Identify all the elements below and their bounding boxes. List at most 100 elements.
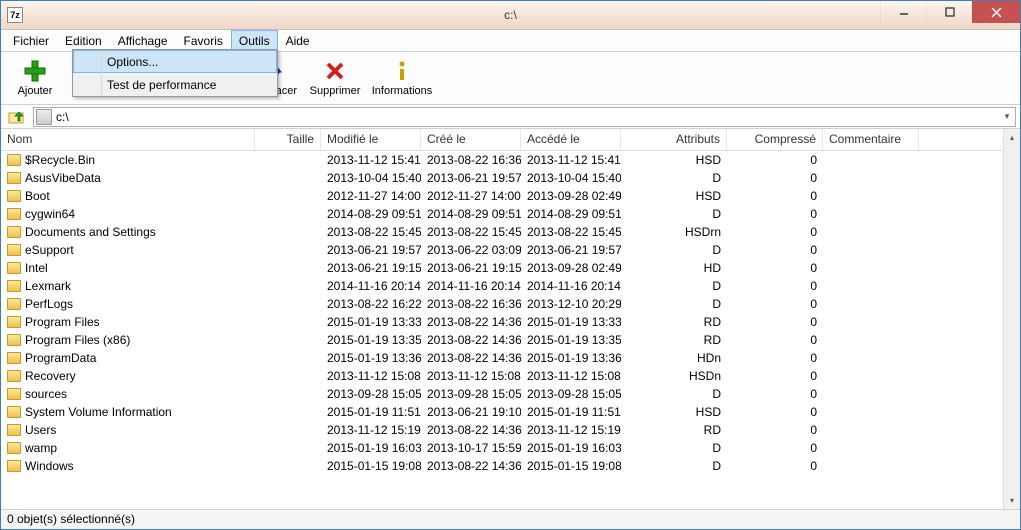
file-name: ProgramData [25,351,96,365]
file-created: 2013-06-21 19:10 [421,405,521,419]
folder-icon [7,226,21,238]
file-attrs: D [621,387,727,401]
table-row[interactable]: Boot2012-11-27 14:002012-11-27 14:002013… [1,187,1003,205]
add-button[interactable]: Ajouter [5,53,65,103]
menu-favoris[interactable]: Favoris [176,30,231,51]
file-created: 2013-08-22 16:36 [421,297,521,311]
col-comment[interactable]: Commentaire [823,129,919,150]
file-attrs: D [621,459,727,473]
status-text: 0 objet(s) sélectionné(s) [7,512,135,526]
file-name: Intel [25,261,48,275]
table-row[interactable]: Intel2013-06-21 19:152013-06-21 19:15201… [1,259,1003,277]
file-created: 2014-11-16 20:14 [421,279,521,293]
maximize-button[interactable] [926,1,972,23]
window-title: c:\ [1,8,1020,22]
menu-outils[interactable]: Outils [231,30,278,51]
scroll-down-icon[interactable]: ▾ [1004,492,1020,509]
folder-icon [7,460,21,472]
table-row[interactable]: wamp2015-01-19 16:032013-10-17 15:592015… [1,439,1003,457]
table-row[interactable]: eSupport2013-06-21 19:572013-06-22 03:09… [1,241,1003,259]
folder-icon [7,370,21,382]
file-attrs: HSDn [621,369,727,383]
vertical-scrollbar[interactable]: ▴ ▾ [1003,129,1020,509]
file-attrs: HSDrn [621,225,727,239]
file-name: wamp [25,441,57,455]
file-attrs: D [621,441,727,455]
menu-test-performance[interactable]: Test de performance [73,73,277,96]
file-accessed: 2015-01-19 13:35 [521,333,621,347]
location-dropdown-icon[interactable]: ▾ [999,111,1015,122]
titlebar: 7z c:\ [1,1,1020,30]
file-name: Program Files (x86) [25,333,130,347]
table-row[interactable]: sources2013-09-28 15:052013-09-28 15:052… [1,385,1003,403]
location-input[interactable]: c:\ ▾ [33,107,1016,127]
col-compressed[interactable]: Compressé [727,129,823,150]
add-label: Ajouter [18,85,53,97]
file-name: eSupport [25,243,74,257]
table-row[interactable]: PerfLogs2013-08-22 16:222013-08-22 16:36… [1,295,1003,313]
minimize-button[interactable] [880,1,926,23]
table-row[interactable]: Program Files (x86)2015-01-19 13:352013-… [1,331,1003,349]
file-compressed: 0 [727,297,823,311]
location-bar: c:\ ▾ [1,105,1020,129]
file-accessed: 2013-12-10 20:29 [521,297,621,311]
file-name: cygwin64 [25,207,75,221]
table-row[interactable]: Program Files2015-01-19 13:332013-08-22 … [1,313,1003,331]
file-accessed: 2013-11-12 15:41 [521,153,621,167]
file-name: System Volume Information [25,405,172,419]
file-modified: 2015-01-19 11:51 [321,405,421,419]
table-row[interactable]: System Volume Information 2015-01-19 11:5… [1,403,1003,421]
scroll-up-icon[interactable]: ▴ [1004,129,1020,146]
file-attrs: D [621,207,727,221]
file-modified: 2013-11-12 15:41 [321,153,421,167]
close-button[interactable] [972,1,1020,23]
file-accessed: 2013-11-12 15:08 [521,369,621,383]
menu-options[interactable]: Options... [73,50,277,73]
location-text: c:\ [54,110,999,124]
table-row[interactable]: Windows2015-01-15 19:082013-08-22 14:362… [1,457,1003,475]
col-created[interactable]: Créé le [421,129,521,150]
file-created: 2012-11-27 14:00 [421,189,521,203]
file-name: Program Files [25,315,100,329]
table-row[interactable]: Documents and Settings2013-08-22 15:4520… [1,223,1003,241]
delete-label: Supprimer [310,85,361,97]
file-accessed: 2015-01-15 19:08 [521,459,621,473]
table-row[interactable]: AsusVibeData2013-10-04 15:402013-06-21 1… [1,169,1003,187]
file-compressed: 0 [727,171,823,185]
file-attrs: HDn [621,351,727,365]
info-button[interactable]: Informations [365,53,439,103]
file-created: 2013-10-17 15:59 [421,441,521,455]
col-attrs[interactable]: Attributs [621,129,727,150]
info-label: Informations [372,85,433,97]
folder-icon [7,280,21,292]
table-row[interactable]: Users2013-11-12 15:192013-08-22 14:36201… [1,421,1003,439]
column-headers: Nom Taille Modifié le Créé le Accédé le … [1,129,1003,151]
table-row[interactable]: cygwin642014-08-29 09:512014-08-29 09:51… [1,205,1003,223]
table-row[interactable]: Recovery2013-11-12 15:082013-11-12 15:08… [1,367,1003,385]
folder-icon [7,424,21,436]
file-list-area: Nom Taille Modifié le Créé le Accédé le … [1,129,1020,509]
table-row[interactable]: $Recycle.Bin2013-11-12 15:412013-08-22 1… [1,151,1003,169]
file-compressed: 0 [727,351,823,365]
file-compressed: 0 [727,243,823,257]
table-row[interactable]: ProgramData2015-01-19 13:362013-08-22 14… [1,349,1003,367]
menu-aide[interactable]: Aide [278,30,318,51]
file-modified: 2013-06-21 19:15 [321,261,421,275]
table-row[interactable]: Lexmark2014-11-16 20:142014-11-16 20:142… [1,277,1003,295]
menu-edition[interactable]: Edition [57,30,110,51]
file-name: AsusVibeData [25,171,101,185]
file-compressed: 0 [727,279,823,293]
col-name[interactable]: Nom [1,129,255,150]
delete-button[interactable]: Supprimer [305,53,365,103]
folder-icon [7,352,21,364]
col-size[interactable]: Taille [255,129,321,150]
folder-up-button[interactable] [5,107,29,127]
file-modified: 2013-11-12 15:19 [321,423,421,437]
menu-fichier[interactable]: Fichier [5,30,57,51]
file-modified: 2015-01-19 13:35 [321,333,421,347]
file-modified: 2013-08-22 15:45 [321,225,421,239]
menu-affichage[interactable]: Affichage [110,30,176,51]
col-accessed[interactable]: Accédé le [521,129,621,150]
col-modified[interactable]: Modifié le [321,129,421,150]
file-modified: 2013-09-28 15:05 [321,387,421,401]
